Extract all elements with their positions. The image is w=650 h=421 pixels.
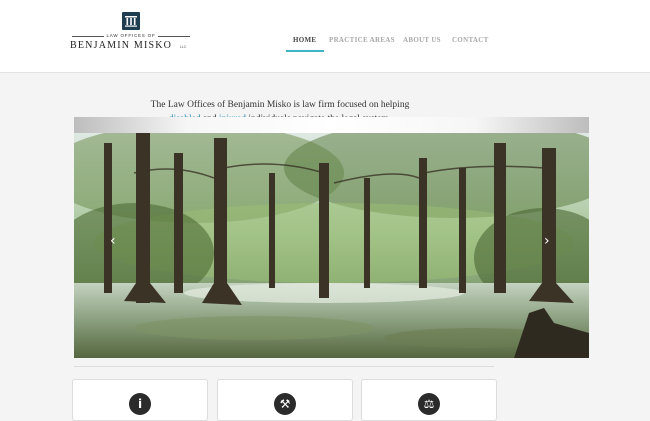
logo-name: BENJAMIN MISKO xyxy=(70,40,173,51)
nav-contact[interactable]: CONTACT xyxy=(452,36,489,44)
nav-practice-areas[interactable]: PRACTICE AREAS xyxy=(329,36,395,44)
logo-rule-right xyxy=(158,36,190,37)
nav-about-us[interactable]: ABOUT US xyxy=(403,36,441,44)
image-slider: ‹ › xyxy=(74,117,589,358)
feature-card-scales[interactable]: ⚖ xyxy=(361,379,497,421)
site-logo[interactable]: LAW OFFICES OF BENJAMIN MISKO LLC xyxy=(70,12,192,60)
swamp-photo xyxy=(74,133,589,358)
intro-line-1: The Law Offices of Benjamin Misko is law… xyxy=(150,100,410,110)
slider-prev-arrow[interactable]: ‹ xyxy=(110,234,116,248)
feature-card-info[interactable]: i xyxy=(72,379,208,421)
active-nav-indicator xyxy=(286,50,324,52)
scales-icon: ⚖ xyxy=(418,393,440,415)
pillar-logo-icon xyxy=(122,12,140,30)
info-icon: i xyxy=(129,393,151,415)
gavel-icon: ⚒ xyxy=(274,393,296,415)
slider-top-bar xyxy=(74,117,589,133)
logo-suffix: LLC xyxy=(180,45,187,49)
section-divider xyxy=(74,366,494,367)
slider-next-arrow[interactable]: › xyxy=(544,234,550,248)
site-header: LAW OFFICES OF BENJAMIN MISKO LLC HOME P… xyxy=(0,0,650,73)
feature-card-gavel[interactable]: ⚒ xyxy=(217,379,353,421)
nav-home[interactable]: HOME xyxy=(293,36,316,44)
